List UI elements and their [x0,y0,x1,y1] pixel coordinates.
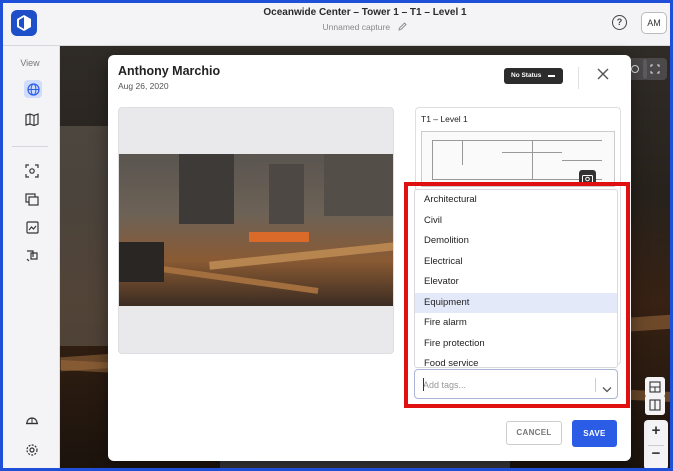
tag-option-highlighted[interactable]: Equipment [415,292,617,313]
header-divider [578,67,579,89]
photo-preview[interactable] [118,107,394,354]
avatar[interactable]: AM [641,12,667,34]
tag-select[interactable] [414,369,618,399]
pencil-icon[interactable] [398,22,408,33]
status-label: No Status [511,72,542,79]
fullscreen-icon[interactable] [643,58,667,80]
scene-building [60,126,110,346]
author-name: Anthony Marchio [118,64,221,78]
question-circle-icon[interactable]: ? [612,15,627,30]
add-tags-input[interactable] [423,377,583,393]
text-cursor [423,378,424,391]
cancel-button[interactable]: CANCEL [506,421,562,445]
photo-building [179,154,234,224]
status-dropdown[interactable]: No Status [504,68,563,84]
zoom-out-button[interactable]: − [644,445,668,462]
tag-option[interactable]: Civil [415,211,617,232]
gear-icon[interactable] [23,441,41,459]
plan-line [462,140,463,165]
capture-name[interactable]: Unnamed capture [200,22,530,33]
photo-plank [209,242,393,270]
save-button[interactable]: SAVE [572,420,617,447]
columns-icon[interactable] [645,395,665,415]
chevron-down-icon[interactable] [602,380,612,398]
select-divider [595,378,596,392]
photo-barrier [249,232,309,242]
hardhat-icon[interactable] [23,411,41,429]
tag-option[interactable]: Architectural [415,190,617,211]
floorplan-title: T1 – Level 1 [421,114,468,124]
compare-icon[interactable] [23,246,41,264]
tag-option[interactable]: Elevator [415,272,617,293]
zoom-control: + − [644,420,668,470]
capture-title-block: Oceanwide Center – Tower 1 – T1 – Level … [200,7,530,33]
photo-building [269,164,304,224]
capture-date: Aug 26, 2020 [118,81,169,91]
top-bar: Oceanwide Center – Tower 1 – T1 – Level … [0,0,673,46]
sidebar-divider [12,146,48,147]
zoom-in-button[interactable]: + [644,422,668,439]
close-icon[interactable] [596,67,610,81]
left-sidebar: View [0,46,60,471]
globe-icon[interactable] [24,80,42,98]
image-icon[interactable] [23,218,41,236]
tag-option[interactable]: Food service [415,354,617,367]
floorplan-minimap[interactable] [421,131,615,187]
map-icon[interactable] [23,110,41,128]
photo-building [324,154,393,216]
plan-line [562,160,602,161]
tag-options-list: Architectural Civil Demolition Electrica… [414,189,618,368]
location-pin-icon [579,170,596,186]
app-logo-icon[interactable] [11,10,37,36]
capture-name-label: Unnamed capture [322,22,391,32]
split-view-icon[interactable] [645,377,665,397]
tag-option[interactable]: Fire alarm [415,313,617,334]
capture-photo [119,154,393,306]
plan-line [432,179,602,180]
photo-equipment [119,242,164,282]
minus-icon [548,75,555,77]
tag-option[interactable]: Demolition [415,231,617,252]
plan-line [432,140,602,141]
layers-icon[interactable] [23,190,41,208]
page-title: Oceanwide Center – Tower 1 – T1 – Level … [263,7,467,18]
capture-focus-icon[interactable] [23,162,41,180]
plan-line [432,140,433,180]
plan-line [532,140,533,179]
tag-option[interactable]: Electrical [415,252,617,273]
tag-option[interactable]: Fire protection [415,334,617,355]
sidebar-view-label: View [20,58,40,68]
